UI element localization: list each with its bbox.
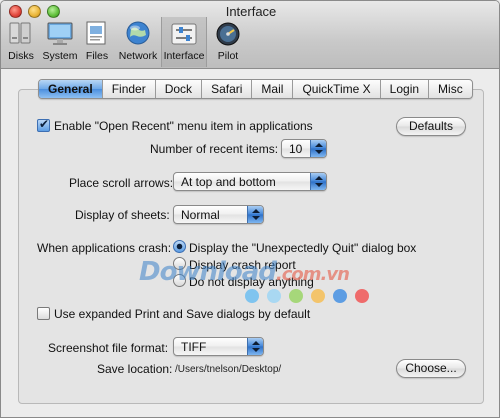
tab-misc[interactable]: Misc	[429, 80, 472, 98]
recent-items-value: 10	[289, 142, 303, 156]
choose-button[interactable]: Choose...	[396, 359, 466, 378]
tab-quicktime-x[interactable]: QuickTime X	[293, 80, 381, 98]
tab-dock[interactable]: Dock	[156, 80, 203, 98]
window-title: Interface	[225, 4, 277, 19]
up-down-arrows-icon	[247, 206, 263, 223]
screenshot-format-label: Screenshot file format:	[48, 341, 169, 355]
watermark-domain: .com.vn	[275, 264, 350, 285]
tab-finder[interactable]: Finder	[103, 80, 156, 98]
toolbar-item-pilot[interactable]: Pilot	[213, 19, 243, 65]
sheets-value: Normal	[181, 208, 220, 222]
watermark-dot	[333, 289, 347, 303]
toolbar-item-interface[interactable]: Interface	[161, 17, 207, 67]
toolbar-item-disks[interactable]: Disks	[5, 19, 37, 65]
watermark-dot	[267, 289, 281, 303]
expanded-dialogs-checkbox[interactable]	[37, 307, 50, 320]
recent-items-label: Number of recent items:	[150, 142, 279, 156]
title-bar: Interface Disks System Files Network Int…	[1, 1, 499, 69]
defaults-button[interactable]: Defaults	[396, 117, 466, 136]
up-down-arrows-icon	[310, 173, 326, 190]
save-location-path: /Users/tnelson/Desktop/	[175, 364, 282, 375]
toolbar-label: System	[42, 50, 78, 62]
preferences-window: Interface Disks System Files Network Int…	[0, 0, 500, 418]
toolbar-label: Interface	[163, 50, 205, 62]
watermark-dot	[355, 289, 369, 303]
watermark-logo: Download.com.vn	[139, 257, 350, 287]
watermark-dot	[311, 289, 325, 303]
globe-icon	[122, 19, 154, 49]
recent-items-select[interactable]: 10	[281, 139, 327, 158]
watermark-text: Download	[139, 257, 277, 287]
open-recent-checkbox[interactable]	[37, 117, 50, 132]
sheets-label: Display of sheets:	[75, 208, 170, 222]
tab-mail[interactable]: Mail	[252, 80, 294, 98]
files-icon	[81, 19, 113, 49]
sliders-icon	[168, 19, 200, 49]
toolbar-label: Disks	[8, 50, 34, 62]
watermark-dot	[245, 289, 259, 303]
toolbar-label: Network	[118, 50, 158, 62]
expanded-dialogs-label: Use expanded Print and Save dialogs by d…	[54, 307, 311, 321]
crash-label: When applications crash:	[37, 241, 172, 255]
tab-safari[interactable]: Safari	[202, 80, 253, 98]
screenshot-format-value: TIFF	[181, 340, 207, 354]
toolbar-item-system[interactable]: System	[41, 19, 79, 65]
toolbar-item-network[interactable]: Network	[117, 19, 159, 65]
crash-radio-dialog[interactable]	[173, 240, 186, 253]
save-location-label: Save location:	[97, 362, 173, 376]
gauge-icon	[212, 19, 244, 49]
sheets-select[interactable]: Normal	[173, 205, 264, 224]
chevron-down-icon	[310, 140, 326, 157]
toolbar-label: Pilot	[217, 50, 239, 62]
tab-general[interactable]: General	[39, 80, 103, 98]
open-recent-label: Enable "Open Recent" menu item in applic…	[54, 119, 313, 133]
watermark-dot	[289, 289, 303, 303]
toolbar-label: Files	[85, 50, 109, 62]
up-down-arrows-icon	[247, 338, 263, 355]
tab-bar: General Finder Dock Safari Mail QuickTim…	[38, 79, 473, 99]
screenshot-format-select[interactable]: TIFF	[173, 337, 264, 356]
scroll-arrows-select[interactable]: At top and bottom	[173, 172, 327, 191]
scroll-arrows-value: At top and bottom	[181, 175, 276, 189]
toolbar-item-files[interactable]: Files	[83, 19, 111, 65]
tab-login[interactable]: Login	[381, 80, 430, 98]
scroll-arrows-label: Place scroll arrows:	[69, 176, 174, 190]
monitor-icon	[44, 19, 76, 49]
disks-icon	[5, 19, 37, 49]
crash-option-dialog: Display the "Unexpectedly Quit" dialog b…	[189, 241, 417, 255]
